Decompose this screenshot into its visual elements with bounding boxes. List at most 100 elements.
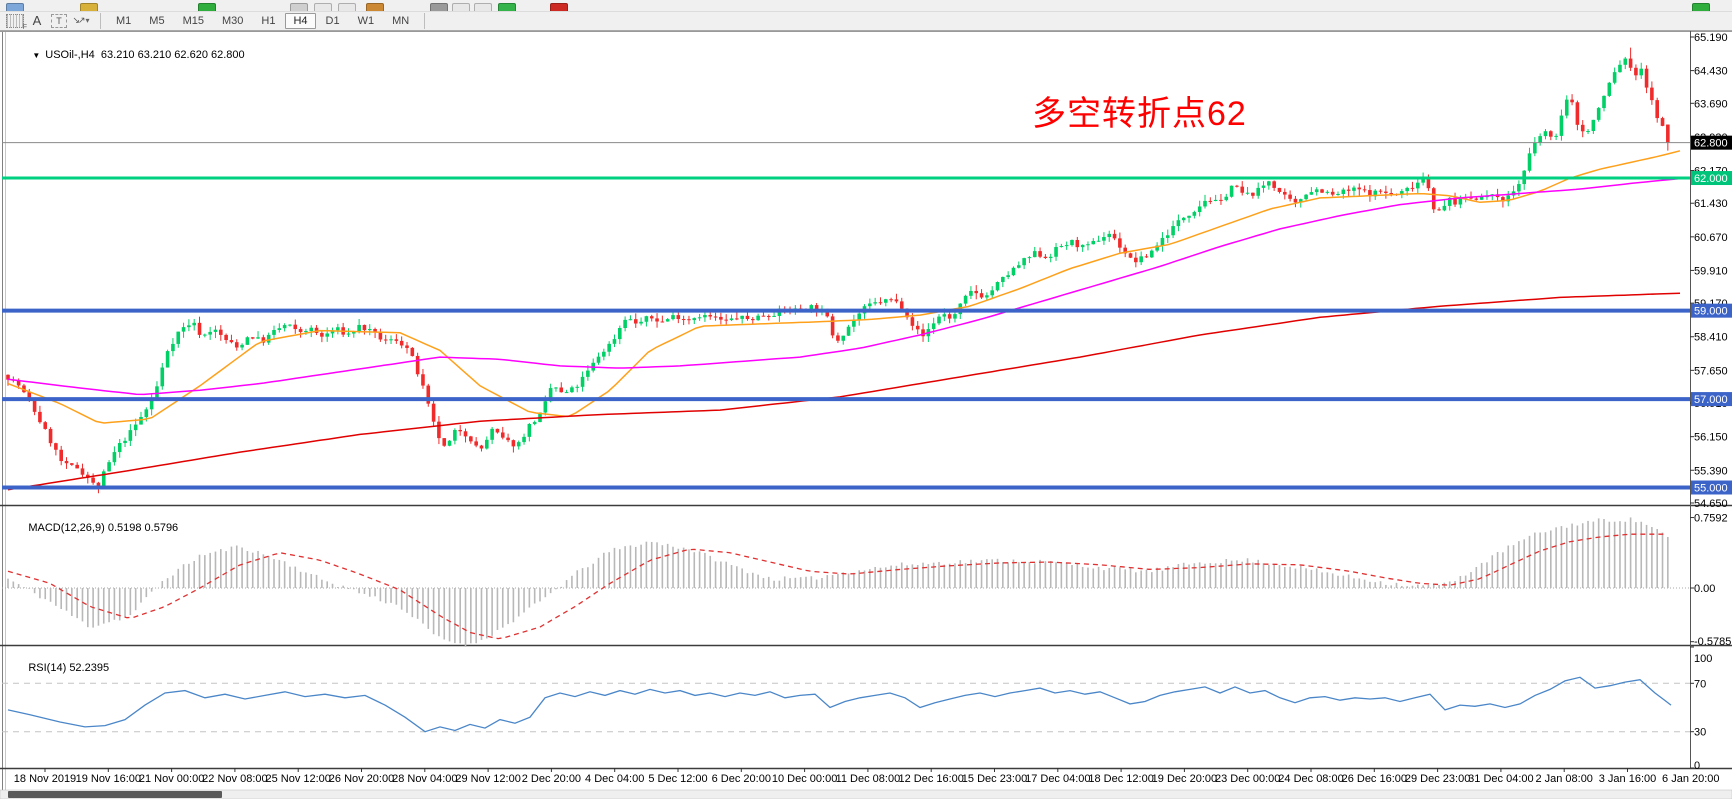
candlestick <box>756 316 760 320</box>
candlestick <box>1166 235 1170 238</box>
candlestick <box>1639 69 1643 76</box>
candlestick <box>506 438 510 440</box>
candlestick <box>1326 192 1330 193</box>
price-axis-label: 54.650 <box>1694 498 1728 510</box>
candlestick <box>1283 192 1287 195</box>
rsi-axis-label: 0 <box>1694 760 1700 772</box>
candlestick <box>916 326 920 330</box>
rsi-axis-label: 70 <box>1694 678 1706 690</box>
candlestick <box>1331 192 1335 195</box>
candlestick <box>1161 238 1165 246</box>
time-axis-label: 26 Nov 20:00 <box>329 773 394 785</box>
candlestick <box>597 357 601 363</box>
candlestick <box>1214 200 1218 201</box>
candlestick <box>171 344 175 351</box>
candlestick <box>283 325 287 328</box>
candlestick <box>1017 265 1021 268</box>
candlestick <box>1272 181 1276 188</box>
chart-text-annotation[interactable]: 多空转折点62 <box>1032 86 1247 135</box>
timeframe-button-m5[interactable]: M5 <box>141 13 172 29</box>
horizontal-scrollbar-thumb[interactable] <box>8 791 222 798</box>
candlestick <box>868 303 872 306</box>
candlestick <box>267 335 271 343</box>
candlestick <box>91 478 95 483</box>
candlestick <box>474 441 478 445</box>
candlestick <box>448 441 452 446</box>
time-axis-label: 28 Nov 04:00 <box>392 773 457 785</box>
time-axis-label: 4 Dec 04:00 <box>585 773 644 785</box>
candlestick <box>1602 96 1606 108</box>
time-axis-label: 6 Jan 20:00 <box>1662 773 1720 785</box>
shapes-arrows-button[interactable]: ↘↗ ▾ <box>72 13 90 29</box>
candlestick <box>1235 186 1239 187</box>
time-axis-label: 6 Dec 20:00 <box>712 773 771 785</box>
candlestick <box>278 328 282 330</box>
annotate-text-button[interactable]: A <box>28 13 46 29</box>
timeframe-button-m30[interactable]: M30 <box>214 13 251 29</box>
chart-canvas[interactable]: 65.19064.43063.69062.93062.17061.43060.6… <box>0 31 1732 799</box>
candlestick <box>49 429 53 443</box>
time-axis-label: 23 Dec 00:00 <box>1215 773 1280 785</box>
candlestick <box>1193 212 1197 216</box>
candlestick <box>974 291 978 293</box>
candlestick <box>857 313 861 319</box>
timeframe-button-h1[interactable]: H1 <box>253 13 283 29</box>
candlestick <box>895 299 899 301</box>
candlestick <box>1278 188 1282 192</box>
price-axis-label: 61.430 <box>1694 198 1728 210</box>
candlestick <box>1661 118 1665 126</box>
grid-icon: F <box>6 14 24 28</box>
timeframe-button-h4[interactable]: H4 <box>285 13 315 29</box>
candlestick <box>1256 188 1260 196</box>
toolbar-row-tools: F A T ↘↗ ▾ M1M5M15M30H1H4D1W1MN <box>0 11 1732 30</box>
timeframe-button-w1[interactable]: W1 <box>350 13 383 29</box>
candlestick <box>59 450 63 461</box>
timeframe-button-m1[interactable]: M1 <box>108 13 139 29</box>
candlestick <box>666 319 670 321</box>
candlestick <box>1001 277 1005 282</box>
candlestick <box>618 328 622 339</box>
candlestick <box>1432 188 1436 209</box>
horizontal-scrollbar-track[interactable] <box>0 790 1732 799</box>
toolbar-separator <box>424 13 425 29</box>
candlestick <box>1177 220 1181 226</box>
candlestick <box>432 404 436 422</box>
timeframe-button-mn[interactable]: MN <box>384 13 417 29</box>
candlestick <box>288 325 292 326</box>
candlestick <box>1544 131 1548 136</box>
candlestick <box>368 329 372 330</box>
price-badge-label: 57.000 <box>1694 394 1728 406</box>
time-axis-label: 19 Nov 16:00 <box>76 773 141 785</box>
candlestick <box>182 327 186 331</box>
candlestick <box>187 325 191 327</box>
candlestick <box>81 468 85 474</box>
candlestick <box>762 316 766 317</box>
indicator-grid-icon[interactable]: F <box>6 13 24 29</box>
candlestick <box>54 443 58 450</box>
candlestick <box>1086 244 1090 245</box>
candlestick <box>1581 125 1585 132</box>
time-axis-label: 17 Dec 04:00 <box>1025 773 1090 785</box>
candlestick <box>224 335 228 340</box>
candlestick <box>118 443 122 452</box>
candlestick <box>1097 241 1101 242</box>
candlestick <box>565 392 569 393</box>
candlestick <box>751 319 755 320</box>
timeframe-button-m15[interactable]: M15 <box>175 13 212 29</box>
candlestick <box>650 316 654 318</box>
candlestick <box>1405 188 1409 191</box>
timeframe-button-d1[interactable]: D1 <box>318 13 348 29</box>
candlestick <box>581 377 585 387</box>
candlestick <box>1645 69 1649 88</box>
text-label-button[interactable]: T <box>50 13 68 29</box>
candlestick <box>1597 108 1601 120</box>
candlestick <box>990 290 994 295</box>
candlestick <box>879 302 883 303</box>
candlestick <box>969 291 973 296</box>
price-axis-label: 59.910 <box>1694 265 1728 277</box>
candlestick <box>1650 88 1654 101</box>
candlestick <box>33 401 37 412</box>
candlestick <box>405 345 409 347</box>
candlestick <box>831 316 835 335</box>
candlestick <box>1342 190 1346 194</box>
